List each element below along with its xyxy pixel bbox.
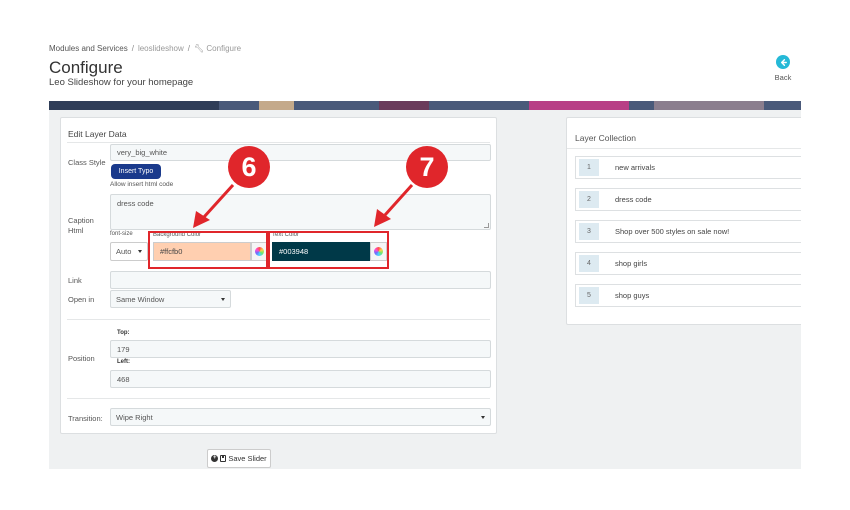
back-label: Back bbox=[774, 73, 792, 82]
layer-label: Shop over 500 styles on sale now! bbox=[615, 227, 730, 236]
page: Modules and Services / leoslideshow / 🔧︎ Con… bbox=[0, 0, 850, 510]
resize-grip-icon[interactable] bbox=[484, 223, 489, 228]
layer-number: 2 bbox=[579, 191, 599, 208]
layer-item[interactable]: 5 shop guys bbox=[575, 284, 801, 307]
page-subtitle: Leo Slideshow for your homepage bbox=[49, 77, 194, 88]
divider bbox=[67, 319, 490, 320]
layer-number: 3 bbox=[579, 223, 599, 240]
back-button[interactable]: Back bbox=[773, 55, 793, 82]
breadcrumb-leoslideshow[interactable]: leoslideshow bbox=[138, 44, 184, 53]
arrow-left-icon bbox=[776, 55, 790, 69]
link-input[interactable] bbox=[110, 271, 491, 289]
highlight-box-text-color bbox=[268, 231, 389, 269]
layer-label: shop girls bbox=[615, 259, 648, 268]
breadcrumb-separator: / bbox=[131, 44, 134, 53]
plus-circle-icon: + bbox=[211, 455, 219, 462]
highlight-box-bg-color bbox=[148, 231, 268, 269]
layer-label: dress code bbox=[615, 195, 652, 204]
open-in-value: Same Window bbox=[116, 294, 165, 304]
wrench-icon: 🔧︎ bbox=[194, 44, 205, 53]
top-label: Top: bbox=[117, 330, 130, 336]
transition-label: Transition: bbox=[68, 414, 103, 423]
open-in-label: Open in bbox=[68, 295, 95, 304]
caret-down-icon bbox=[481, 415, 485, 419]
divider bbox=[67, 142, 490, 143]
callout-badge-7: 7 bbox=[406, 146, 448, 188]
layer-item[interactable]: 3 Shop over 500 styles on sale now! bbox=[575, 220, 801, 243]
transition-value: Wipe Right bbox=[116, 412, 153, 422]
layer-item[interactable]: 1 new arrivals bbox=[575, 156, 801, 179]
font-size-label: font-size bbox=[110, 231, 133, 237]
breadcrumb-configure: Configure bbox=[206, 44, 242, 53]
panel-heading: Edit Layer Data bbox=[68, 129, 127, 139]
slide-preview-strip bbox=[49, 101, 801, 110]
open-in-select[interactable]: Same Window bbox=[110, 290, 231, 308]
link-label: Link bbox=[68, 276, 82, 285]
layer-collection-title: Layer Collection bbox=[575, 133, 636, 143]
insert-typo-button[interactable]: Insert Typo bbox=[111, 164, 161, 179]
layer-number: 5 bbox=[579, 287, 599, 304]
layer-number: 4 bbox=[579, 255, 599, 272]
caret-down-icon bbox=[221, 297, 225, 301]
caption-text: dress code bbox=[117, 199, 154, 208]
caption-label: Caption bbox=[68, 216, 94, 225]
caption-textarea[interactable]: dress code bbox=[110, 194, 491, 230]
left-input[interactable]: 468 bbox=[110, 370, 491, 388]
font-size-select[interactable]: Auto bbox=[110, 242, 148, 261]
breadcrumb-separator: / bbox=[187, 44, 190, 53]
font-size-value: Auto bbox=[116, 247, 132, 256]
save-slider-label: Save Slider bbox=[228, 454, 267, 463]
allow-html-hint: Allow insert html code bbox=[110, 181, 174, 188]
transition-select[interactable]: Wipe Right bbox=[110, 408, 491, 426]
callout-badge-6: 6 bbox=[228, 146, 270, 188]
top-input[interactable]: 179 bbox=[110, 340, 491, 358]
left-label: Left: bbox=[117, 359, 130, 365]
position-label: Position bbox=[68, 354, 95, 363]
divider bbox=[67, 398, 490, 399]
breadcrumb: Modules and Services / leoslideshow / 🔧︎ Con… bbox=[49, 44, 241, 53]
divider bbox=[567, 148, 801, 149]
caption-label-html: Html bbox=[68, 226, 84, 235]
layer-label: new arrivals bbox=[615, 163, 656, 172]
layer-item[interactable]: 2 dress code bbox=[575, 188, 801, 211]
caret-down-icon bbox=[138, 250, 142, 253]
save-slider-button[interactable]: + Save Slider bbox=[207, 449, 271, 468]
layer-item[interactable]: 4 shop girls bbox=[575, 252, 801, 275]
layer-number: 1 bbox=[579, 159, 599, 176]
breadcrumb-modules[interactable]: Modules and Services bbox=[49, 44, 128, 53]
save-disk-icon bbox=[220, 455, 227, 462]
page-title: Configure bbox=[49, 58, 123, 77]
layer-collection-panel: Layer Collection 1 new arrivals 2 dress … bbox=[566, 117, 801, 325]
class-style-label: Class Style bbox=[68, 158, 106, 167]
layer-label: shop guys bbox=[615, 291, 650, 300]
